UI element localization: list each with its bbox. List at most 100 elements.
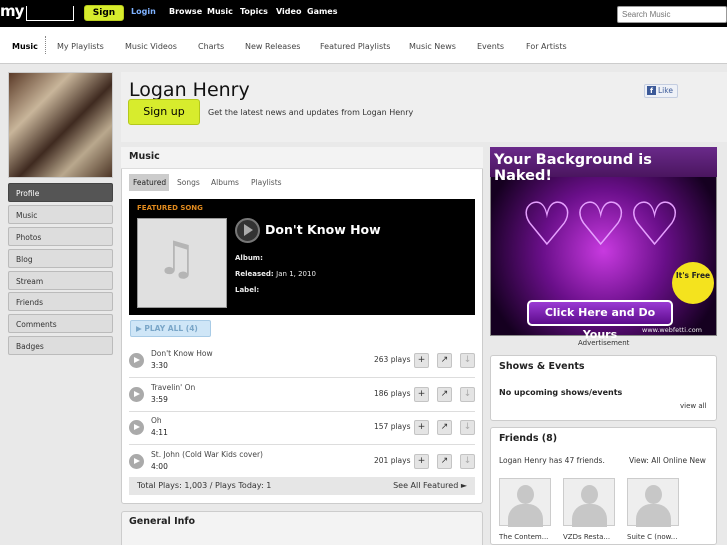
music-panel-header — [121, 147, 483, 169]
subnav-new-releases[interactable]: New Releases — [245, 42, 300, 51]
sidebar-item-music[interactable]: Music — [8, 205, 113, 224]
profile-photo[interactable] — [8, 72, 113, 178]
song-plays: 157 plays — [374, 422, 411, 431]
artist-name: Logan Henry — [129, 79, 250, 101]
shows-title: Shows & Events — [499, 361, 585, 372]
share-icon[interactable]: ↗ — [437, 454, 452, 469]
song-row: Oh 4:11 157 plays + ↗ ↓ — [129, 411, 475, 445]
nav-games[interactable]: Games — [307, 7, 338, 16]
play-totals: Total Plays: 1,003 / Plays Today: 1 See … — [129, 477, 475, 495]
share-icon[interactable]: ↗ — [437, 353, 452, 368]
nav-music[interactable]: Music — [207, 7, 233, 16]
download-icon[interactable]: ↓ — [460, 387, 475, 402]
friend-avatar[interactable] — [499, 478, 551, 527]
song-name[interactable]: St. John (Cold War Kids cover) — [151, 450, 263, 459]
friend-name[interactable]: The Contem... — [499, 533, 548, 541]
song-plays: 186 plays — [374, 389, 411, 398]
music-title: Music — [129, 151, 160, 162]
download-icon[interactable]: ↓ — [460, 353, 475, 368]
add-icon[interactable]: + — [414, 387, 429, 402]
song-play-button[interactable] — [129, 454, 144, 469]
ad-cta-button[interactable]: Click Here and Do Yours — [527, 300, 673, 341]
featured-song-label: FEATURED SONG — [137, 204, 203, 212]
see-all-featured-link[interactable]: See All Featured ► — [393, 481, 467, 490]
signup-button-top[interactable]: Sign up — [84, 5, 124, 32]
song-row: St. John (Cold War Kids cover) 4:00 201 … — [129, 445, 475, 479]
signup-button[interactable]: Sign up — [128, 99, 200, 125]
song-duration: 4:11 — [151, 428, 168, 437]
label-field: Label: — [235, 286, 260, 294]
friends-title: Friends (8) — [499, 433, 558, 444]
subnav-my-playlists[interactable]: My Playlists — [57, 42, 104, 51]
facebook-like-button[interactable]: f Like — [644, 84, 678, 98]
nav-video[interactable]: Video — [276, 7, 301, 16]
song-duration: 3:59 — [151, 395, 168, 404]
sidebar-item-photos[interactable]: Photos — [8, 227, 113, 246]
download-icon[interactable]: ↓ — [460, 420, 475, 435]
subnav-for-artists[interactable]: For Artists — [526, 42, 567, 51]
music-note-icon: ♫ — [156, 231, 198, 285]
share-icon[interactable]: ↗ — [437, 387, 452, 402]
login-link[interactable]: Login — [131, 7, 156, 16]
friend-avatar[interactable] — [563, 478, 615, 527]
ad-caption: Advertisement — [578, 339, 630, 347]
site-logo[interactable]: my — [0, 2, 76, 22]
song-play-button[interactable] — [129, 387, 144, 402]
subnav-charts[interactable]: Charts — [198, 42, 224, 51]
sidebar-item-stream[interactable]: Stream — [8, 271, 113, 290]
song-row: Don't Know How 3:30 263 plays + ↗ ↓ — [129, 344, 475, 378]
tab-featured[interactable]: Featured — [129, 174, 169, 191]
play-all-button[interactable]: ▶ PLAY ALL (4) — [130, 320, 211, 337]
sidebar-item-comments[interactable]: Comments — [8, 314, 113, 333]
facebook-icon: f — [647, 86, 656, 95]
ad-headline: Your Background is Naked! — [490, 147, 717, 184]
friends-count: Logan Henry has 47 friends. — [499, 456, 605, 465]
shows-empty-text: No upcoming shows/events — [499, 388, 623, 397]
featured-song-title[interactable]: Don't Know How — [265, 222, 381, 237]
tab-albums[interactable]: Albums — [211, 178, 239, 187]
signup-description: Get the latest news and updates from Log… — [208, 108, 414, 117]
song-play-button[interactable] — [129, 353, 144, 368]
song-duration: 4:00 — [151, 462, 168, 471]
subnav-music[interactable]: Music — [12, 42, 38, 51]
tab-playlists[interactable]: Playlists — [251, 178, 282, 187]
nav-browse[interactable]: Browse — [169, 7, 202, 16]
subnav-divider — [45, 36, 46, 54]
song-plays: 201 plays — [374, 456, 411, 465]
shows-view-all-link[interactable]: view all — [680, 402, 707, 410]
sidebar-item-badges[interactable]: Badges — [8, 336, 113, 355]
song-row: Travelin' On 3:59 186 plays + ↗ ↓ — [129, 378, 475, 412]
nav-topics[interactable]: Topics — [240, 7, 268, 16]
song-name[interactable]: Travelin' On — [151, 383, 195, 392]
play-icon — [244, 224, 253, 236]
general-info-title: General Info — [129, 516, 196, 527]
download-icon[interactable]: ↓ — [460, 454, 475, 469]
ad-url: www.webfetti.com — [642, 326, 702, 334]
song-duration: 3:30 — [151, 361, 168, 370]
friend-avatar[interactable] — [627, 478, 679, 527]
add-icon[interactable]: + — [414, 353, 429, 368]
sidebar-item-profile[interactable]: Profile — [8, 183, 113, 202]
add-icon[interactable]: + — [414, 420, 429, 435]
sidebar-item-friends[interactable]: Friends — [8, 292, 113, 311]
released-field: Released: Jan 1, 2010 — [235, 270, 316, 278]
song-name[interactable]: Oh — [151, 416, 162, 425]
song-play-button[interactable] — [129, 420, 144, 435]
friend-name[interactable]: VZDs Resta... — [563, 533, 610, 541]
subnav-music-videos[interactable]: Music Videos — [125, 42, 177, 51]
add-icon[interactable]: + — [414, 454, 429, 469]
subnav-featured-playlists[interactable]: Featured Playlists — [320, 42, 390, 51]
total-plays-text: Total Plays: 1,003 / Plays Today: 1 — [137, 481, 272, 490]
song-plays: 263 plays — [374, 355, 411, 364]
subnav-music-news[interactable]: Music News — [409, 42, 456, 51]
friend-name[interactable]: Suite C (now... — [627, 533, 677, 541]
friends-view-filter[interactable]: View: All Online New — [629, 456, 706, 465]
album-field: Album: — [235, 254, 263, 262]
tab-songs[interactable]: Songs — [177, 178, 200, 187]
subnav-events[interactable]: Events — [477, 42, 504, 51]
song-name[interactable]: Don't Know How — [151, 349, 213, 358]
sidebar-item-blog[interactable]: Blog — [8, 249, 113, 268]
ad-free-burst: It's Free — [672, 262, 714, 304]
search-input[interactable] — [617, 6, 727, 23]
share-icon[interactable]: ↗ — [437, 420, 452, 435]
